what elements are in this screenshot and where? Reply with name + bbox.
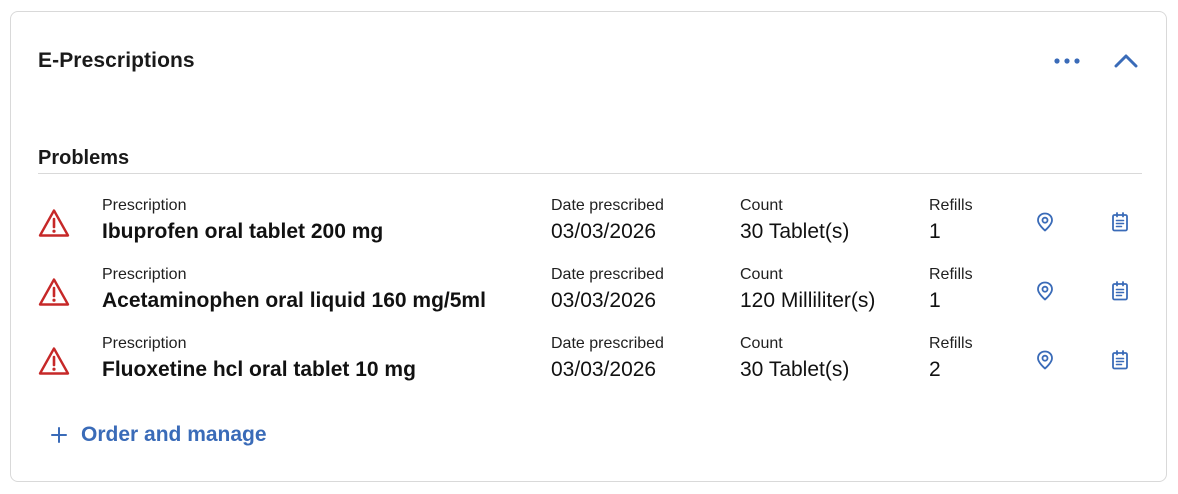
date-value: 03/03/2026 [551, 358, 657, 381]
pharmacy-location-button[interactable] [1031, 277, 1059, 305]
prescription-row: Prescription Acetaminophen oral liquid 1… [11, 265, 1166, 321]
refills-label: Refills [929, 266, 973, 283]
clipboard-icon [1112, 350, 1128, 370]
date-label: Date prescribed [551, 197, 664, 214]
order-and-manage-link[interactable]: Order and manage [49, 423, 267, 447]
map-pin-icon [1037, 212, 1053, 232]
refills-value: 1 [929, 220, 941, 243]
clipboard-icon [1112, 212, 1128, 232]
prescription-details-button[interactable] [1106, 208, 1134, 236]
count-value: 30 Tablet(s) [740, 358, 850, 381]
prescription-details-button[interactable] [1106, 346, 1134, 374]
date-column: Date prescribed 03/03/2026 [551, 334, 664, 384]
card-title: E-Prescriptions [38, 49, 195, 72]
warning-icon [38, 209, 70, 237]
map-pin-icon [1037, 350, 1053, 370]
refills-column: Refills 1 [929, 196, 973, 246]
chevron-up-icon [1114, 54, 1138, 68]
clipboard-icon [1112, 281, 1128, 301]
date-value: 03/03/2026 [551, 220, 657, 243]
refills-value: 2 [929, 358, 941, 381]
more-options-button[interactable] [1047, 48, 1087, 74]
section-divider [38, 173, 1142, 174]
count-value: 30 Tablet(s) [740, 220, 850, 243]
plus-icon [51, 427, 67, 443]
prescription-name: Acetaminophen oral liquid 160 mg/5ml [102, 289, 486, 312]
order-and-manage-label: Order and manage [81, 423, 267, 446]
refills-column: Refills 2 [929, 334, 973, 384]
prescription-row: Prescription Ibuprofen oral tablet 200 m… [11, 196, 1166, 252]
count-label: Count [740, 266, 783, 283]
refills-column: Refills 1 [929, 265, 973, 315]
warning-icon [38, 278, 70, 306]
date-column: Date prescribed 03/03/2026 [551, 196, 664, 246]
prescription-label: Prescription [102, 335, 187, 352]
prescription-label: Prescription [102, 266, 187, 283]
prescription-row: Prescription Fluoxetine hcl oral tablet … [11, 334, 1166, 390]
count-column: Count 30 Tablet(s) [740, 334, 849, 384]
prescription-name: Ibuprofen oral tablet 200 mg [102, 220, 384, 243]
map-pin-icon [1037, 281, 1053, 301]
count-column: Count 120 Milliliter(s) [740, 265, 875, 315]
prescription-details-button[interactable] [1106, 277, 1134, 305]
date-value: 03/03/2026 [551, 289, 657, 312]
e-prescriptions-card: E-Prescriptions Problems Prescription Ib… [10, 11, 1167, 482]
refills-value: 1 [929, 289, 941, 312]
more-horizontal-icon [1054, 58, 1080, 64]
warning-icon [38, 347, 70, 375]
section-title-problems: Problems [38, 147, 130, 169]
date-column: Date prescribed 03/03/2026 [551, 265, 664, 315]
count-value: 120 Milliliter(s) [740, 289, 876, 312]
count-label: Count [740, 197, 783, 214]
pharmacy-location-button[interactable] [1031, 346, 1059, 374]
prescription-label: Prescription [102, 197, 187, 214]
prescription-name: Fluoxetine hcl oral tablet 10 mg [102, 358, 416, 381]
date-label: Date prescribed [551, 266, 664, 283]
count-column: Count 30 Tablet(s) [740, 196, 849, 246]
pharmacy-location-button[interactable] [1031, 208, 1059, 236]
prescription-column: Prescription Ibuprofen oral tablet 200 m… [102, 196, 383, 246]
refills-label: Refills [929, 197, 973, 214]
prescription-column: Prescription Fluoxetine hcl oral tablet … [102, 334, 416, 384]
count-label: Count [740, 335, 783, 352]
prescription-column: Prescription Acetaminophen oral liquid 1… [102, 265, 486, 315]
collapse-button[interactable] [1109, 46, 1143, 76]
date-label: Date prescribed [551, 335, 664, 352]
refills-label: Refills [929, 335, 973, 352]
